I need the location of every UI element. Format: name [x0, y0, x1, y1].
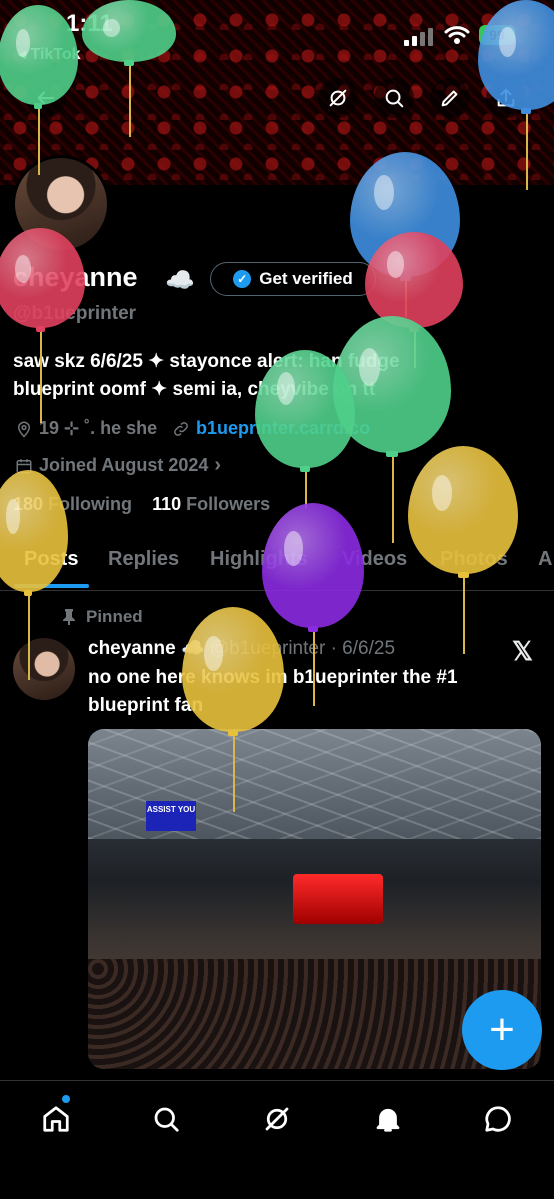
share-icon[interactable]: [486, 78, 526, 118]
post-handle-date: @b1ueprinter · 6/6/25: [209, 638, 396, 659]
joined-row[interactable]: Joined August 2024 ›: [15, 454, 221, 477]
profile-handle: @b1ueprinter: [13, 303, 137, 324]
grok-icon[interactable]: [257, 1099, 297, 1139]
messages-icon[interactable]: [478, 1099, 518, 1139]
tab-highlights[interactable]: Highlights: [210, 548, 308, 571]
get-verified-button[interactable]: ✓ Get verified: [210, 262, 376, 296]
profile-screen: 1:11 ◂ TikTok 99 ✓ Get verified cheyanne…: [0, 0, 554, 1199]
search-icon[interactable]: [146, 1099, 186, 1139]
followers-label: Followers: [186, 494, 271, 514]
link-icon: [174, 421, 188, 436]
pin-icon: [63, 609, 75, 625]
website-link-text[interactable]: b1ueprinter.carrd.co: [196, 418, 370, 439]
tab-videos[interactable]: Videos: [342, 548, 407, 571]
following-link[interactable]: 180 Following: [13, 494, 132, 514]
compose-post-button[interactable]: +: [462, 990, 542, 1070]
post-text: no one here knows im b1ueprinter the #1 …: [88, 667, 458, 716]
profile-avatar[interactable]: [12, 155, 110, 253]
cellular-signal-icon: [404, 26, 434, 46]
joined-text: Joined August 2024: [39, 455, 209, 475]
location-row: 19 ⊹ ˚. he she: [15, 418, 157, 439]
back-arrow-icon[interactable]: [26, 78, 66, 118]
cloud-emoji-icon: ☁️: [165, 267, 195, 294]
concert-stage: [293, 874, 383, 924]
home-notification-dot: [62, 1095, 70, 1103]
active-tab-indicator: [14, 584, 89, 588]
edit-icon[interactable]: [430, 78, 470, 118]
pinned-label: Pinned: [86, 607, 143, 626]
following-count: 180: [13, 494, 44, 514]
bio-line: saw skz 6/6/25 ✦ stayonce alert: han fud…: [13, 351, 400, 372]
profile-display-name: cheyanne: [13, 262, 138, 292]
location-pin-icon: [17, 421, 31, 438]
pinned-indicator: Pinned: [62, 607, 143, 627]
verified-badge-icon: ✓: [233, 270, 252, 288]
stadium-screen-sign: ASSIST YOU: [146, 801, 196, 831]
notifications-icon[interactable]: [368, 1099, 408, 1139]
status-time: 1:11: [66, 10, 113, 37]
post-author-emoji: ☁️: [180, 638, 205, 659]
location-text: 19 ⊹ ˚. he she: [39, 418, 158, 438]
bottom-navigation: [0, 1080, 554, 1199]
back-to-app-link[interactable]: ◂ TikTok: [18, 44, 81, 64]
battery-indicator: 99: [479, 25, 515, 45]
follow-stats: 180 Following 110 Followers: [13, 494, 270, 515]
website-link[interactable]: b1ueprinter.carrd.co: [172, 418, 370, 439]
tab-replies[interactable]: Replies: [108, 548, 179, 571]
grok-icon[interactable]: [318, 78, 358, 118]
get-verified-label: Get verified: [259, 269, 353, 288]
tab-posts[interactable]: Posts: [24, 548, 78, 571]
profile-bio: saw skz 6/6/25 ✦ stayonce alert: han fud…: [13, 348, 533, 404]
profile-tabs: Posts Replies Highlights Videos Photos A: [0, 538, 554, 591]
post-header[interactable]: cheyanne ☁️ @b1ueprinter · 6/6/25: [88, 636, 395, 660]
post-author-avatar[interactable]: [13, 638, 75, 700]
followers-count: 110: [152, 494, 182, 514]
bio-line: blueprint oomf ✦ semi ia, cheyvibe on tt: [13, 379, 376, 400]
x-logo-icon[interactable]: 𝕏: [512, 636, 533, 667]
calendar-icon: [16, 458, 32, 473]
home-icon[interactable]: [36, 1099, 76, 1139]
following-label: Following: [48, 494, 133, 514]
search-icon[interactable]: [374, 78, 414, 118]
followers-link[interactable]: 110 Followers: [152, 494, 270, 514]
post-author-name: cheyanne: [88, 638, 176, 659]
tab-photos[interactable]: Photos: [440, 548, 508, 571]
tab-articles[interactable]: A: [538, 548, 552, 571]
chevron-right-icon: ›: [214, 454, 222, 476]
wifi-icon: [444, 26, 470, 44]
